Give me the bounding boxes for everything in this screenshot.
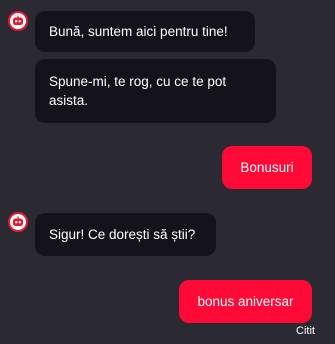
robot-icon (13, 15, 23, 25)
message-text: bonus aniversar (197, 294, 294, 309)
bot-message: Spune-mi, te rog, cu ce te pot asista. (35, 59, 276, 123)
message-text: Bonusuri (240, 160, 294, 175)
robot-icon (13, 216, 23, 226)
message-text: Bună, suntem aici pentru tine! (49, 24, 228, 39)
message-text: Sigur! Ce dorești să știi? (49, 227, 196, 242)
message-text: Spune-mi, te rog, cu ce te pot asista. (49, 74, 227, 108)
bot-avatar (8, 11, 28, 31)
user-message: Bonusuri (222, 146, 312, 189)
user-message: bonus aniversar (179, 280, 312, 323)
bot-message: Bună, suntem aici pentru tine! (35, 11, 255, 52)
bot-message: Sigur! Ce dorești să știi? (35, 213, 216, 256)
read-status: Citit (296, 325, 315, 337)
bot-avatar (8, 212, 28, 232)
